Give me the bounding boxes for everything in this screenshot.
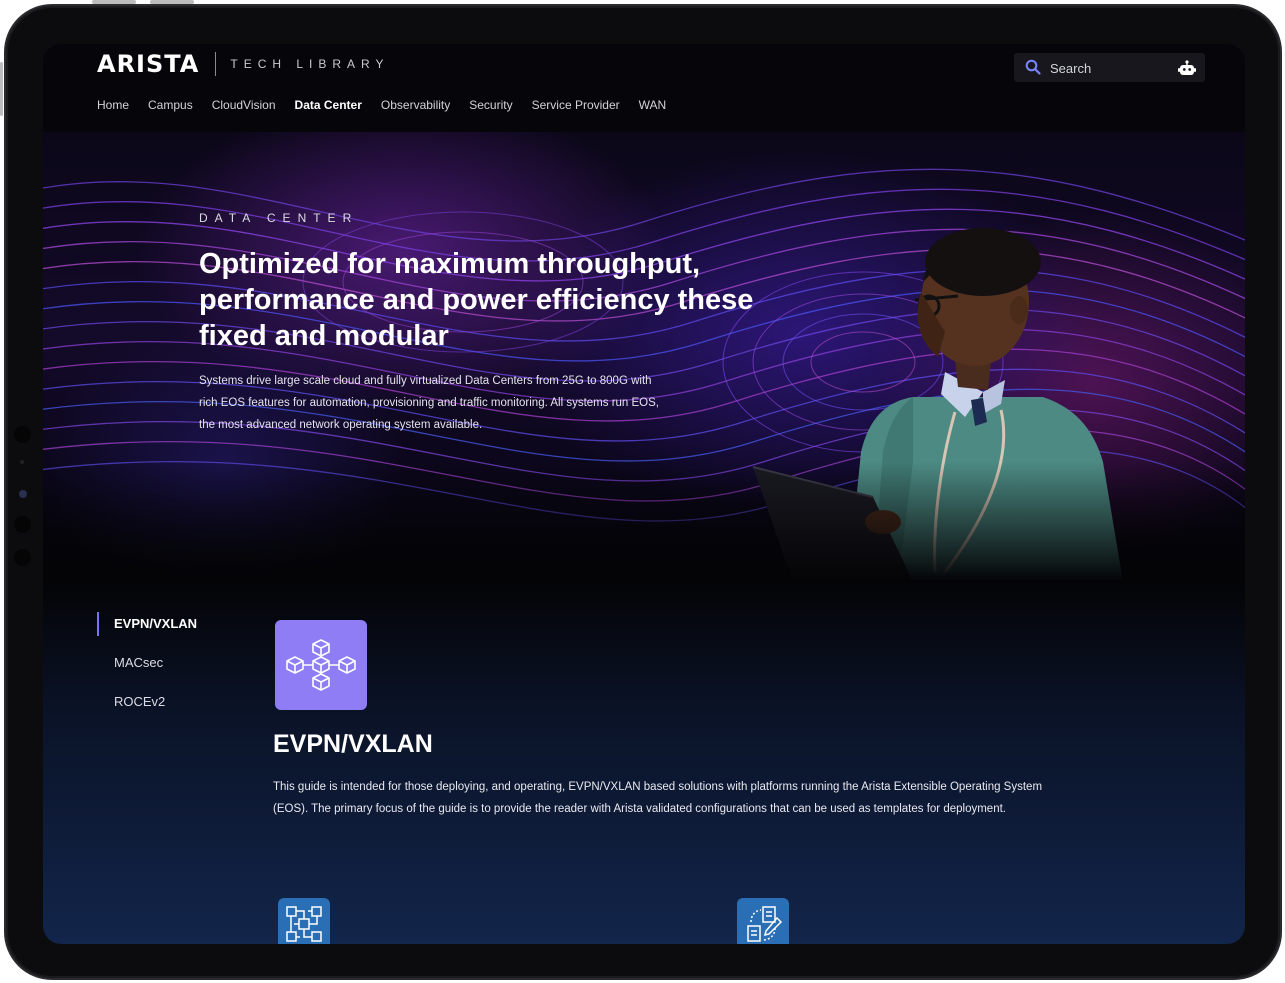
content-section: EVPN/VXLAN MACsec ROCEv2 EVPN/VXLAN This…: [43, 580, 1245, 944]
tablet-top-button-right: [150, 0, 194, 4]
hero-banner: DATA CENTER Optimized for maximum throug…: [43, 132, 1245, 582]
sensor-dot: [14, 549, 31, 566]
tablet-top-button-left: [92, 0, 136, 4]
search-icon: [1025, 59, 1041, 75]
nav-item-observability[interactable]: Observability: [381, 98, 450, 112]
side-nav: EVPN/VXLAN MACsec ROCEv2: [97, 612, 197, 729]
sensor-dot: [14, 516, 31, 533]
sensor-dot: [14, 426, 31, 443]
tablet-side-button: [0, 62, 3, 116]
logo-subtitle: TECH LIBRARY: [230, 57, 390, 71]
nav-item-data-center[interactable]: Data Center: [295, 98, 362, 112]
main-nav: Home Campus CloudVision Data Center Obse…: [97, 98, 685, 112]
search-input[interactable]: [1050, 57, 1170, 79]
hero-eyebrow: DATA CENTER: [199, 211, 359, 225]
logo-divider: [215, 52, 217, 76]
side-nav-item-evpn-vxlan[interactable]: EVPN/VXLAN: [97, 612, 197, 636]
card-icon-2[interactable]: [737, 898, 789, 944]
side-nav-item-macsec[interactable]: MACsec: [97, 651, 197, 675]
robot-icon[interactable]: [1177, 58, 1197, 78]
logo-area[interactable]: ARISTA TECH LIBRARY: [97, 50, 390, 78]
section-title: EVPN/VXLAN: [273, 730, 433, 758]
arista-logo[interactable]: ARISTA: [97, 50, 199, 78]
screen: DATA CENTER Optimized for maximum throug…: [43, 44, 1245, 944]
nav-item-wan[interactable]: WAN: [639, 98, 667, 112]
hero-title: Optimized for maximum throughput, perfor…: [199, 248, 754, 352]
nav-item-security[interactable]: Security: [469, 98, 512, 112]
section-description: This guide is intended for those deployi…: [273, 781, 1043, 815]
hero-fade: [43, 462, 1245, 582]
circuit-diagram-icon: [286, 906, 322, 942]
side-nav-item-rocev2[interactable]: ROCEv2: [97, 690, 197, 714]
nav-item-campus[interactable]: Campus: [148, 98, 193, 112]
nav-item-service-provider[interactable]: Service Provider: [532, 98, 620, 112]
sensor-dot: [20, 460, 24, 464]
camera-lens: [19, 490, 27, 498]
search-bar[interactable]: [1014, 53, 1205, 82]
feature-tile: [275, 620, 367, 710]
documents-edit-icon: [747, 906, 783, 942]
nav-item-home[interactable]: Home: [97, 98, 129, 112]
card-icon-1[interactable]: [278, 898, 330, 944]
nav-item-cloudvision[interactable]: CloudVision: [212, 98, 276, 112]
hero-description: Systems drive large scale cloud and full…: [199, 375, 659, 431]
site-header: ARISTA TECH LIBRARY Home Campus: [43, 44, 1245, 174]
network-cubes-icon: [286, 639, 356, 691]
